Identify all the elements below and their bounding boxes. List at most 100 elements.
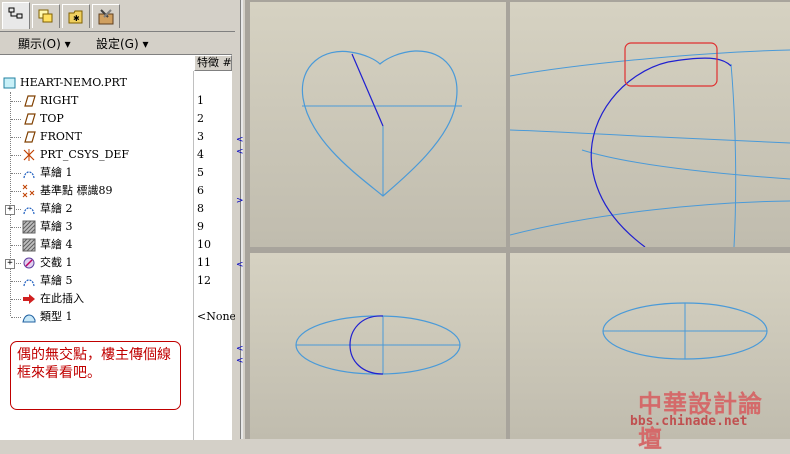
tree-connector — [11, 281, 21, 282]
tab-model-tree[interactable] — [2, 2, 30, 29]
tree-item[interactable]: 草繪 5 12 — [0, 272, 232, 290]
folder-icon: ✱ — [68, 10, 83, 24]
tab-tools[interactable] — [92, 4, 120, 28]
part-icon — [3, 77, 16, 89]
feature-number: 11 — [197, 256, 211, 269]
collapse-left-icon[interactable]: < — [236, 344, 244, 354]
csys-icon — [23, 149, 35, 161]
collapse-left-icon[interactable]: < — [236, 356, 244, 366]
viewport-area — [245, 0, 790, 439]
tree-item-label: PRT_CSYS_DEF — [40, 148, 130, 161]
settings-menu-button[interactable]: 設定(G) ▾ — [92, 35, 153, 53]
settings-menu-label: 設定(G) — [96, 37, 139, 51]
collapse-left-icon[interactable]: < — [236, 135, 244, 145]
tree-item-label: 交截 1 — [40, 256, 73, 269]
tree-root[interactable]: HEART-NEMO.PRT — [0, 74, 232, 92]
sketch-icon — [23, 207, 35, 215]
feature-number: 2 — [197, 112, 204, 125]
tree-item[interactable]: FRONT 3 — [0, 128, 232, 146]
show-menu-button[interactable]: 顯示(O) ▾ — [14, 35, 75, 53]
tree-connector — [11, 155, 21, 156]
expand-icon[interactable]: + — [5, 205, 15, 215]
feature-number: 4 — [197, 148, 204, 161]
feature-number: 5 — [197, 166, 204, 179]
tree-item-label: 草繪 1 — [40, 166, 73, 179]
insert-here-icon — [23, 294, 35, 304]
viewport-front[interactable] — [250, 2, 506, 247]
tree-connector — [11, 137, 21, 138]
tree-item[interactable]: 草繪 4 10 — [0, 236, 232, 254]
tree-item-label: 基準點 標識89 — [40, 184, 113, 197]
feature-number: 3 — [197, 130, 204, 143]
tree-item-label: TOP — [40, 112, 64, 125]
feature-number: 8 — [197, 202, 204, 215]
datum-plane-icon — [24, 95, 36, 107]
ellipse-sketch-drawing — [295, 315, 461, 375]
comment-note-text: 偶的無交點，樓主傳個線框來看看吧。 — [17, 347, 171, 381]
tree-item[interactable]: 草繪 3 9 — [0, 218, 232, 236]
tree-item-label: FRONT — [40, 130, 82, 143]
model-tree-panel: ✱ 顯示(O) ▾ 設定(G) ▾ 特徵 # HEART-NEMO.PRT RI… — [0, 0, 244, 440]
viewport-top[interactable] — [250, 253, 506, 439]
tree-connector — [11, 317, 21, 318]
splitter-line — [240, 0, 243, 439]
heart-sketch-drawing — [301, 50, 462, 197]
tree-item[interactable]: + 草繪 2 8 — [0, 200, 232, 218]
sketch-icon — [23, 279, 35, 287]
tree-item[interactable]: RIGHT 1 — [0, 92, 232, 110]
feature-number: 6 — [197, 184, 204, 197]
comment-note: 偶的無交點，樓主傳個線框來看看吧。 — [10, 341, 181, 410]
watermark-url: bbs.chinade.net — [630, 414, 748, 429]
forum-watermark: 中華設計論壇 bbs.chinade.net — [628, 384, 784, 453]
intersect-icon — [23, 257, 35, 269]
feature-number: 1 — [197, 94, 204, 107]
highlight-box — [624, 42, 718, 87]
sketch-hatched-icon — [22, 238, 36, 252]
wireframe-drawing — [509, 42, 790, 248]
tree-item[interactable]: + 交截 1 11 — [0, 254, 232, 272]
feature-number: 10 — [197, 238, 211, 251]
tree-connector — [11, 191, 21, 192]
show-menu-label: 顯示(O) — [18, 37, 61, 51]
tree-connector — [11, 101, 21, 102]
boundary-blend-icon — [22, 314, 36, 323]
datum-plane-icon — [24, 131, 36, 143]
tree-item[interactable]: 在此插入 — [0, 290, 232, 308]
tab-folder-browser[interactable]: ✱ — [62, 4, 90, 28]
expand-icon[interactable]: + — [5, 259, 15, 269]
layers-icon — [38, 9, 53, 23]
tree-item-label: RIGHT — [40, 94, 79, 107]
chevron-down-icon: ▾ — [142, 37, 149, 51]
collapse-left-icon[interactable]: < — [236, 260, 244, 270]
tree-item-label: 草繪 3 — [40, 220, 73, 233]
sketch-hatched-icon — [22, 220, 36, 234]
tree-menubar: 顯示(O) ▾ 設定(G) ▾ — [0, 31, 240, 54]
tree-item-label: 草繪 5 — [40, 274, 73, 287]
tree-item-label: 類型 1 — [40, 310, 73, 323]
model-tree-icon — [8, 7, 23, 19]
tree-item-label: 草繪 2 — [40, 202, 73, 215]
tree-connector — [11, 245, 21, 246]
tree-root-label: HEART-NEMO.PRT — [20, 76, 127, 89]
tree-item[interactable]: PRT_CSYS_DEF 4 — [0, 146, 232, 164]
tree-item[interactable]: 基準點 標識89 6 — [0, 182, 232, 200]
feature-number: 9 — [197, 220, 204, 233]
feature-number: 12 — [197, 274, 211, 287]
viewport-isometric[interactable] — [509, 2, 790, 248]
tree-item-label: 在此插入 — [40, 292, 84, 305]
tab-layers[interactable] — [32, 4, 60, 28]
tree-connector — [11, 299, 21, 300]
tree-item[interactable]: TOP 2 — [0, 110, 232, 128]
tree-connector — [11, 119, 21, 120]
tree-item[interactable]: 類型 1 <None: — [0, 308, 240, 326]
feature-number: <None: — [197, 310, 240, 323]
chevron-down-icon: ▾ — [64, 37, 71, 51]
navigator-tabs: ✱ — [0, 2, 244, 29]
collapse-left-icon[interactable]: < — [236, 147, 244, 157]
panel-splitter[interactable]: < < > < < < — [235, 0, 245, 439]
datum-point-icon — [22, 184, 35, 198]
datum-plane-icon — [24, 113, 36, 125]
tree-item[interactable]: 草繪 1 5 — [0, 164, 232, 182]
expand-right-icon[interactable]: > — [236, 196, 244, 206]
feature-number-column-header[interactable]: 特徵 # — [194, 55, 232, 71]
